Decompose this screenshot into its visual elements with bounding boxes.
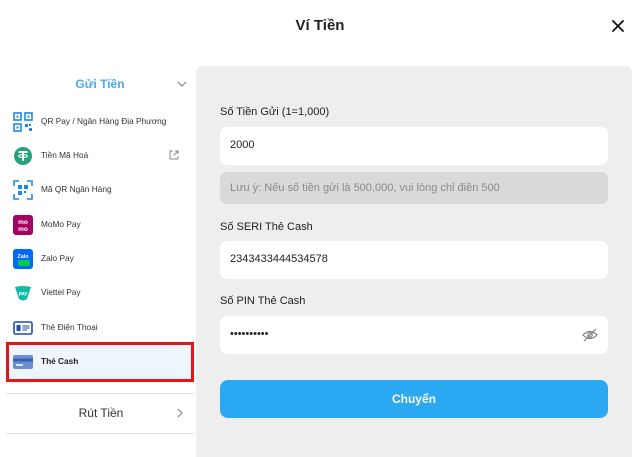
zalopay-icon: Zalo	[13, 249, 33, 269]
sidebar-item-label: Thẻ Điện Thoại	[41, 322, 98, 332]
serial-label: Số SERI Thẻ Cash	[220, 221, 313, 233]
sidebar-item-label: Zalo Pay	[41, 253, 74, 263]
sidebar-item-label: Viettel Pay	[41, 287, 81, 297]
amount-input[interactable]: 2000	[220, 127, 608, 165]
submit-label: Chuyển	[391, 392, 436, 406]
sidebar-item-momo[interactable]: mo mo MoMo Pay	[6, 208, 194, 242]
external-link-icon[interactable]	[168, 149, 180, 161]
svg-text:mo: mo	[18, 219, 28, 226]
tether-icon	[14, 147, 32, 165]
deposit-section-header[interactable]: Gửi Tiền	[6, 66, 194, 102]
amount-value: 2000	[230, 139, 255, 151]
pin-label: Số PIN Thẻ Cash	[220, 295, 306, 307]
sidebar-item-viettelpay[interactable]: pay Viettel Pay	[6, 276, 194, 310]
close-button[interactable]	[606, 14, 630, 38]
sidebar-item-label: MoMo Pay	[41, 219, 81, 229]
withdraw-section-header[interactable]: Rút Tiền	[6, 394, 194, 432]
svg-text:Zalo: Zalo	[17, 254, 29, 260]
serial-input[interactable]: 2343433444534578	[220, 241, 608, 279]
eye-off-icon[interactable]	[582, 328, 598, 342]
chevron-down-icon	[177, 81, 187, 87]
pin-value: ••••••••••	[230, 328, 269, 340]
chevron-right-icon	[177, 408, 183, 418]
note-text: Lưu ý: Nếu số tiền gửi là 500,000, vui l…	[230, 182, 500, 194]
sidebar-item-bank-qr[interactable]: Mã QR Ngân Hàng	[6, 173, 194, 207]
close-icon	[612, 20, 624, 32]
svg-text:pay: pay	[19, 291, 28, 297]
amount-note: Lưu ý: Nếu số tiền gửi là 500,000, vui l…	[220, 172, 608, 204]
sidebar-item-label: Mã QR Ngân Hàng	[41, 184, 112, 194]
sidebar-item-zalopay[interactable]: Zalo Zalo Pay	[6, 242, 194, 276]
cash-card-form: Số Tiền Gửi (1=1,000) 2000 Lưu ý: Nếu số…	[196, 66, 632, 457]
svg-text:mo: mo	[18, 226, 28, 233]
divider	[6, 433, 194, 434]
deposit-label: Gửi Tiền	[75, 77, 125, 91]
momo-icon: mo mo	[13, 215, 33, 235]
sidebar-item-crypto[interactable]: Tiền Mã Hoá	[6, 139, 194, 173]
sidebar-item-phone-card[interactable]: Thẻ Điện Thoại	[6, 311, 194, 345]
pin-input[interactable]: ••••••••••	[220, 316, 608, 354]
submit-button[interactable]: Chuyển	[220, 380, 608, 418]
qr-code-icon	[13, 112, 33, 132]
qr-scan-icon	[13, 180, 33, 200]
sidebar-item-label: Tiền Mã Hoá	[41, 150, 89, 160]
viettelpay-icon: pay	[15, 286, 31, 301]
phone-card-icon	[13, 321, 33, 335]
sidebar-item-qr-pay[interactable]: QR Pay / Ngân Hàng Địa Phương	[6, 105, 194, 139]
header: Ví Tiền	[0, 0, 640, 52]
page-title: Ví Tiền	[295, 17, 345, 34]
sidebar-item-label: QR Pay / Ngân Hàng Địa Phương	[41, 116, 167, 126]
amount-label: Số Tiền Gửi (1=1,000)	[220, 106, 330, 118]
selected-item-highlight	[6, 342, 194, 382]
withdraw-label: Rút Tiền	[78, 406, 124, 420]
sidebar: Gửi Tiền QR Pay / Ngân Hàng Địa Phương T…	[0, 66, 195, 457]
serial-value: 2343433444534578	[230, 253, 328, 265]
